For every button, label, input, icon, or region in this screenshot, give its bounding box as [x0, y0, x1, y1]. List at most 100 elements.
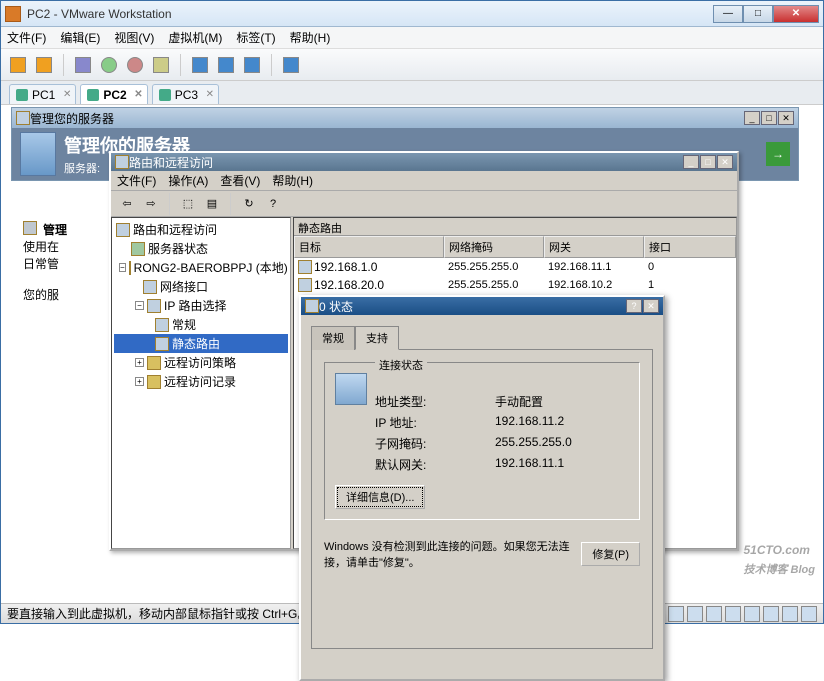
expand-icon[interactable]: +: [135, 377, 144, 386]
rras-menu-help[interactable]: 帮助(H): [272, 172, 313, 189]
mgr-minimize[interactable]: _: [744, 111, 760, 125]
tab-support[interactable]: 支持: [355, 326, 399, 350]
tree-remote-log[interactable]: +远程访问记录: [114, 372, 288, 391]
folder-icon: [147, 356, 161, 370]
tray-printer-icon[interactable]: [782, 606, 798, 622]
tree-ip-routing[interactable]: −IP 路由选择: [114, 296, 288, 315]
help-button[interactable]: ?: [263, 194, 283, 214]
tree-root[interactable]: 路由和远程访问: [114, 220, 288, 239]
tab-pc2[interactable]: PC2✕: [80, 84, 147, 104]
vmware-toolbar: [1, 49, 823, 81]
status-close[interactable]: ✕: [643, 299, 659, 313]
tree-general[interactable]: 常规: [114, 315, 288, 334]
status-titlebar[interactable]: 0 状态 ? ✕: [301, 297, 663, 315]
manage-server-titlebar[interactable]: 管理您的服务器 _ □ ✕: [12, 108, 798, 128]
close-button[interactable]: ✕: [773, 5, 819, 23]
revert-button[interactable]: [124, 54, 146, 76]
tab-pc1[interactable]: PC1✕: [9, 84, 76, 104]
console-button[interactable]: [241, 54, 263, 76]
tree-host[interactable]: −RONG2-BAEROBPPJ (本地): [114, 258, 288, 277]
rras-tree[interactable]: 路由和远程访问 服务器状态 −RONG2-BAEROBPPJ (本地) 网络接口…: [111, 217, 291, 549]
col-destination[interactable]: 目标: [294, 236, 444, 258]
rras-close[interactable]: ✕: [717, 155, 733, 169]
menu-view[interactable]: 视图(V): [114, 29, 154, 46]
snapshot-button[interactable]: [72, 54, 94, 76]
list-title: 静态路由: [294, 218, 736, 236]
vm-icon: [87, 89, 99, 101]
rras-menu-view[interactable]: 查看(V): [220, 172, 260, 189]
tree-static-routes[interactable]: 静态路由: [114, 334, 288, 353]
host-icon: [129, 261, 131, 275]
tray-sound-icon[interactable]: [763, 606, 779, 622]
route-icon: [298, 260, 312, 274]
rras-menubar: 文件(F) 操作(A) 查看(V) 帮助(H): [111, 171, 737, 191]
power-button[interactable]: [33, 54, 55, 76]
vmware-titlebar: PC2 - VMware Workstation — □ ✕: [1, 1, 823, 27]
window-title: PC2 - VMware Workstation: [27, 7, 713, 21]
route-row[interactable]: 192.168.20.0 255.255.255.0 192.168.10.2 …: [294, 276, 736, 294]
col-interface[interactable]: 接口: [644, 236, 736, 258]
col-gateway[interactable]: 网关: [544, 236, 644, 258]
tab-pc3[interactable]: PC3✕: [152, 84, 219, 104]
menu-vm[interactable]: 虚拟机(M): [168, 29, 222, 46]
mgr-maximize[interactable]: □: [761, 111, 777, 125]
expand-icon[interactable]: +: [135, 358, 144, 367]
default-gateway-value: 192.168.11.1: [495, 456, 629, 473]
collapse-icon[interactable]: −: [119, 263, 126, 272]
forward-button[interactable]: ⇨: [141, 194, 161, 214]
minimize-button[interactable]: —: [713, 5, 743, 23]
maximize-button[interactable]: □: [743, 5, 773, 23]
pause-button[interactable]: [7, 54, 29, 76]
route-icon: [298, 278, 312, 292]
vmware-icon: [5, 6, 21, 22]
menu-tabs[interactable]: 标签(T): [236, 29, 275, 46]
properties-button[interactable]: ▤: [202, 194, 222, 214]
status-note: Windows 没有检测到此连接的问题。如果您无法连接，请单击"修复"。: [324, 538, 571, 570]
status-help[interactable]: ?: [626, 299, 642, 313]
tree-remote-policy[interactable]: +远程访问策略: [114, 353, 288, 372]
route-row[interactable]: 192.168.1.0 255.255.255.0 192.168.11.1 0: [294, 258, 736, 276]
rras-titlebar[interactable]: 路由和远程访问 _ □ ✕: [111, 153, 737, 171]
details-button[interactable]: 详细信息(D)...: [335, 485, 425, 509]
rras-menu-file[interactable]: 文件(F): [117, 172, 156, 189]
rras-menu-action[interactable]: 操作(A): [168, 172, 208, 189]
close-tab-icon[interactable]: ✕: [134, 89, 142, 100]
tray-floppy-icon[interactable]: [706, 606, 722, 622]
up-button[interactable]: ⬚: [178, 194, 198, 214]
menu-edit[interactable]: 编辑(E): [60, 29, 100, 46]
static-icon: [155, 337, 169, 351]
mgr-close[interactable]: ✕: [778, 111, 794, 125]
server-status-icon: [131, 242, 145, 256]
settings-button[interactable]: [98, 54, 120, 76]
manage-button[interactable]: [150, 54, 172, 76]
vm-icon: [16, 89, 28, 101]
tree-server-status[interactable]: 服务器状态: [114, 239, 288, 258]
back-button[interactable]: ⇦: [117, 194, 137, 214]
collapse-icon[interactable]: −: [135, 301, 144, 310]
ip-address-value: 192.168.11.2: [495, 414, 629, 431]
refresh-button[interactable]: ↻: [239, 194, 259, 214]
tray-hdd-icon[interactable]: [668, 606, 684, 622]
fullscreen-button[interactable]: [189, 54, 211, 76]
menu-file[interactable]: 文件(F): [7, 29, 46, 46]
next-arrow-icon[interactable]: →: [766, 142, 790, 166]
tray-network-icon[interactable]: [725, 606, 741, 622]
tray-cd-icon[interactable]: [687, 606, 703, 622]
thumbnail-button[interactable]: [280, 54, 302, 76]
menu-help[interactable]: 帮助(H): [290, 29, 331, 46]
rras-minimize[interactable]: _: [683, 155, 699, 169]
close-tab-icon[interactable]: ✕: [63, 89, 71, 100]
tab-general[interactable]: 常规: [311, 326, 355, 350]
address-type-value: 手动配置: [495, 393, 629, 410]
guest-desktop[interactable]: 管理您的服务器 _ □ ✕ 管理你的服务器 服务器: → 管理 使用在 日常管: [1, 105, 823, 603]
repair-button[interactable]: 修复(P): [581, 542, 640, 566]
tray-usb-icon[interactable]: [744, 606, 760, 622]
rras-maximize[interactable]: □: [700, 155, 716, 169]
tools-icon: [23, 221, 37, 235]
tray-display-icon[interactable]: [801, 606, 817, 622]
tree-network-interfaces[interactable]: 网络接口: [114, 277, 288, 296]
manage-server-body-text: 管理 使用在 日常管 您的服: [23, 221, 67, 303]
unity-button[interactable]: [215, 54, 237, 76]
close-tab-icon[interactable]: ✕: [206, 89, 214, 100]
col-mask[interactable]: 网络掩码: [444, 236, 544, 258]
